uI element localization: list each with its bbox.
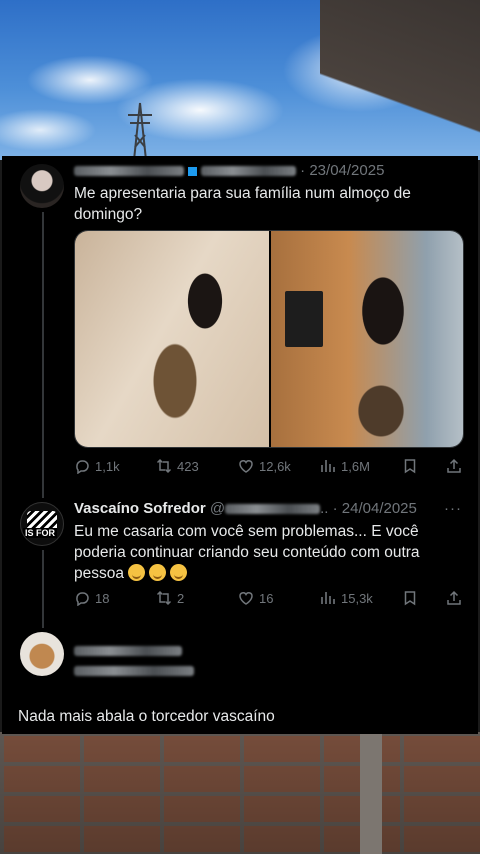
display-name[interactable]: Vascaíno Sofredor xyxy=(74,500,206,517)
tweet-photo[interactable] xyxy=(271,231,463,447)
tweet-date-separator: .. · xyxy=(320,500,342,517)
blurred-name xyxy=(74,646,182,657)
blurred-handle xyxy=(74,666,194,677)
reply-icon xyxy=(74,590,90,606)
tweet-photo[interactable] xyxy=(75,231,269,447)
avatar[interactable] xyxy=(20,632,64,676)
more-options-icon[interactable]: ··· xyxy=(444,500,462,517)
tweet-text-content: Eu me casaria com você sem problemas... … xyxy=(74,523,420,582)
views-button[interactable]: 1,6M xyxy=(320,458,370,474)
view-count: 1,6M xyxy=(341,458,370,474)
tweet-date-separator: · xyxy=(296,162,310,179)
share-button[interactable] xyxy=(446,590,462,606)
reply-count: 1,1k xyxy=(95,458,120,474)
retweet-icon xyxy=(156,458,172,474)
share-button[interactable] xyxy=(446,458,462,474)
tweet-date[interactable]: 24/04/2025 xyxy=(342,500,417,517)
bookmark-button[interactable] xyxy=(402,458,418,474)
tweet-thread-screenshot: · 23/04/2025 Me apresentaria para sua fa… xyxy=(2,156,478,734)
view-count: 15,3k xyxy=(341,590,373,606)
verified-badge-icon xyxy=(188,166,197,176)
thread-connector-line xyxy=(42,212,44,498)
tweet-date[interactable]: 23/04/2025 xyxy=(309,162,384,179)
reply-button[interactable]: 1,1k xyxy=(74,458,120,474)
tweet-header: Vascaíno Sofredor @ .. · 24/04/2025 xyxy=(74,500,417,517)
bookmark-icon xyxy=(402,458,418,474)
bar-chart-icon xyxy=(320,590,336,606)
relieved-face-emoji xyxy=(170,564,188,581)
like-button[interactable]: 12,6k xyxy=(238,458,291,474)
retweet-count: 423 xyxy=(177,458,199,474)
background-brick-wall xyxy=(0,732,480,854)
tweet-media[interactable] xyxy=(74,230,464,448)
bar-chart-icon xyxy=(320,458,336,474)
photo-tv xyxy=(285,291,323,347)
share-icon xyxy=(446,590,462,606)
reply-count: 18 xyxy=(95,590,110,606)
blurred-handle xyxy=(201,166,296,177)
tweet-text: Me apresentaria para sua família num alm… xyxy=(74,185,411,223)
avatar[interactable] xyxy=(20,164,64,208)
avatar-text: IS FOR xyxy=(23,528,58,538)
bookmark-button[interactable] xyxy=(402,590,418,606)
blurred-handle xyxy=(225,504,321,515)
reply-button[interactable]: 18 xyxy=(74,590,109,606)
thread-connector-line xyxy=(42,550,44,628)
tweet-header xyxy=(74,642,182,659)
avatar[interactable]: IS FOR xyxy=(20,502,64,546)
heart-icon xyxy=(238,458,254,474)
views-button[interactable]: 15,3k xyxy=(320,590,373,606)
tweet-text: Eu me casaria com você sem problemas... … xyxy=(74,521,464,584)
retweet-count: 2 xyxy=(177,590,185,606)
bookmark-icon xyxy=(402,590,418,606)
relieved-face-emoji xyxy=(128,564,146,581)
heart-icon xyxy=(238,590,254,606)
like-count: 12,6k xyxy=(259,458,291,474)
share-icon xyxy=(446,458,462,474)
user-handle[interactable]: @ xyxy=(210,500,225,517)
retweet-button[interactable]: 2 xyxy=(156,590,184,606)
like-button[interactable]: 16 xyxy=(238,590,273,606)
blurred-name xyxy=(74,166,184,177)
retweet-icon xyxy=(156,590,172,606)
tweet-header-handle xyxy=(74,662,194,679)
tweet-header: · 23/04/2025 xyxy=(74,162,384,179)
background-concrete-pillar xyxy=(360,732,382,854)
tweet-text: Nada mais abala o torcedor vascaíno xyxy=(18,708,275,725)
reply-icon xyxy=(74,458,90,474)
like-count: 16 xyxy=(259,590,274,606)
retweet-button[interactable]: 423 xyxy=(156,458,199,474)
background-roof-edge xyxy=(320,0,480,160)
relieved-face-emoji xyxy=(149,564,167,581)
antenna-tower xyxy=(128,102,152,160)
